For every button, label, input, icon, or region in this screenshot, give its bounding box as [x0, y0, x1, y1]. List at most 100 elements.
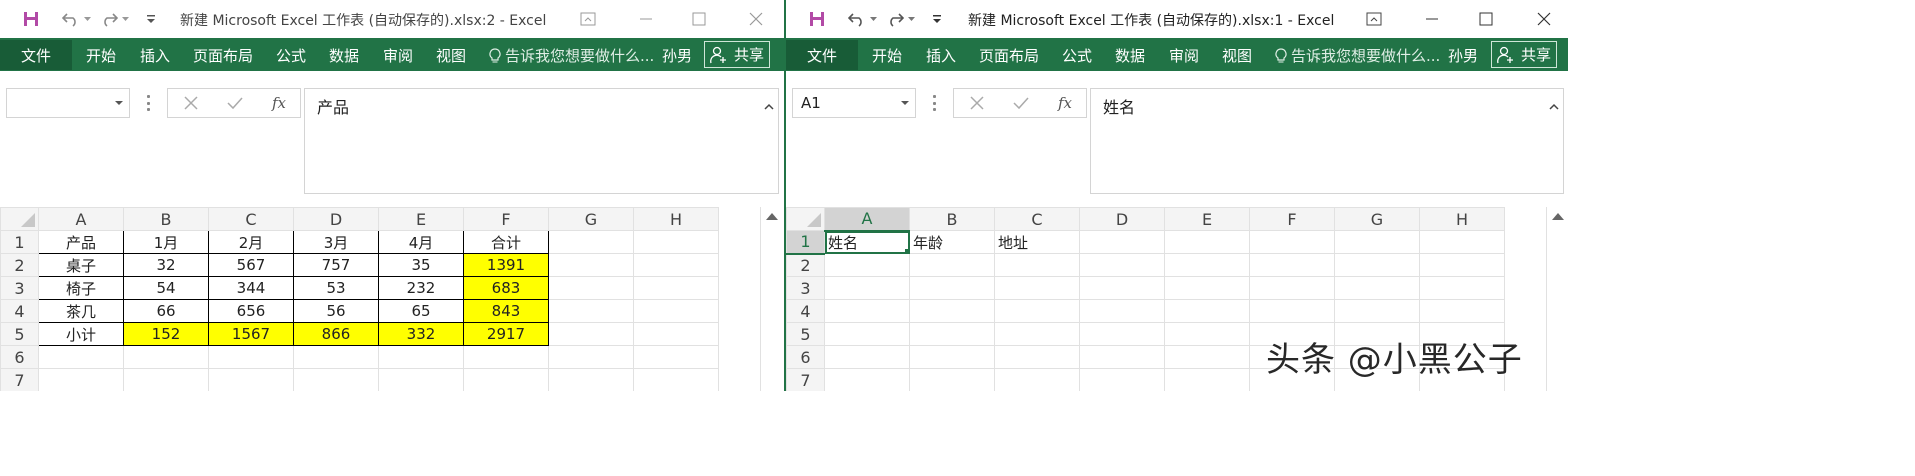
cell-b3[interactable]: [909, 276, 995, 300]
cell-e2[interactable]: [1164, 253, 1250, 277]
tab-page-layout[interactable]: 页面布局: [193, 45, 253, 66]
undo-icon[interactable]: [60, 8, 82, 30]
column-header-h[interactable]: H: [633, 207, 719, 231]
cell-e5[interactable]: 332: [378, 322, 464, 346]
cell-d4[interactable]: [1079, 299, 1165, 323]
column-header-h[interactable]: H: [1419, 207, 1505, 231]
cell-d5[interactable]: 866: [293, 322, 379, 346]
ribbon-display-options-icon[interactable]: [576, 7, 600, 31]
cell-e7[interactable]: [1164, 368, 1250, 391]
tab-review[interactable]: 审阅: [1169, 45, 1199, 66]
cell-e7[interactable]: [378, 368, 464, 391]
cell-g4[interactable]: [548, 299, 634, 323]
insert-function-icon[interactable]: fx: [1050, 89, 1080, 117]
tab-page-layout[interactable]: 页面布局: [979, 45, 1039, 66]
cell-g3[interactable]: [548, 276, 634, 300]
column-header-g[interactable]: G: [1334, 207, 1420, 231]
row-header-5[interactable]: 5: [0, 322, 39, 346]
vertical-scrollbar[interactable]: [760, 207, 782, 391]
cell-c4[interactable]: [994, 299, 1080, 323]
cell-g5[interactable]: [548, 322, 634, 346]
row-header-7[interactable]: 7: [786, 368, 825, 391]
cell-a1[interactable]: 姓名: [824, 230, 910, 254]
cell-f1[interactable]: [1249, 230, 1335, 254]
tab-view[interactable]: 视图: [436, 45, 466, 66]
name-box[interactable]: A1: [792, 88, 916, 118]
column-header-b[interactable]: B: [123, 207, 209, 231]
cell-f4[interactable]: 843: [463, 299, 549, 323]
cell-e5[interactable]: [1164, 322, 1250, 346]
redo-icon[interactable]: [884, 8, 906, 30]
row-header-5[interactable]: 5: [786, 322, 825, 346]
tab-home[interactable]: 开始: [872, 45, 902, 66]
cell-a1[interactable]: 产品: [38, 230, 124, 254]
undo-icon[interactable]: [846, 8, 868, 30]
cell-a7[interactable]: [38, 368, 124, 391]
cell-d5[interactable]: [1079, 322, 1165, 346]
cell-c6[interactable]: [994, 345, 1080, 369]
cell-h7[interactable]: [633, 368, 719, 391]
cell-a7[interactable]: [824, 368, 910, 391]
row-header-4[interactable]: 4: [786, 299, 825, 323]
save-icon[interactable]: [20, 8, 42, 30]
cell-e1[interactable]: 4月: [378, 230, 464, 254]
cell-h6[interactable]: [633, 345, 719, 369]
cell-b7[interactable]: [123, 368, 209, 391]
select-all-corner[interactable]: [786, 207, 825, 231]
column-header-f[interactable]: F: [463, 207, 549, 231]
cell-h4[interactable]: [633, 299, 719, 323]
row-header-1[interactable]: 1: [786, 230, 825, 255]
cell-a3[interactable]: 椅子: [38, 276, 124, 300]
tab-home[interactable]: 开始: [86, 45, 116, 66]
minimize-icon[interactable]: [634, 7, 658, 31]
undo-dropdown-icon[interactable]: [868, 8, 878, 30]
cell-g6[interactable]: [548, 345, 634, 369]
cell-b6[interactable]: [909, 345, 995, 369]
cell-h1[interactable]: [1419, 230, 1505, 254]
cell-g2[interactable]: [548, 253, 634, 277]
cell-e6[interactable]: [378, 345, 464, 369]
cell-g3[interactable]: [1334, 276, 1420, 300]
cell-h1[interactable]: [633, 230, 719, 254]
cell-d3[interactable]: [1079, 276, 1165, 300]
cell-c7[interactable]: [208, 368, 294, 391]
row-header-6[interactable]: 6: [0, 345, 39, 369]
cell-c1[interactable]: 地址: [994, 230, 1080, 254]
cell-b5[interactable]: [909, 322, 995, 346]
cell-a6[interactable]: [38, 345, 124, 369]
row-header-2[interactable]: 2: [786, 253, 825, 277]
name-box-dropdown-icon[interactable]: [901, 101, 909, 105]
tab-data[interactable]: 数据: [329, 45, 359, 66]
cell-g4[interactable]: [1334, 299, 1420, 323]
cell-a4[interactable]: [824, 299, 910, 323]
cell-c2[interactable]: [994, 253, 1080, 277]
column-header-g[interactable]: G: [548, 207, 634, 231]
customize-toolbar-icon[interactable]: [140, 8, 162, 30]
cell-c7[interactable]: [994, 368, 1080, 391]
column-header-e[interactable]: E: [378, 207, 464, 231]
cell-a5[interactable]: 小计: [38, 322, 124, 346]
cell-d1[interactable]: [1079, 230, 1165, 254]
cell-b1[interactable]: 年龄: [909, 230, 995, 254]
cell-b4[interactable]: [909, 299, 995, 323]
row-header-7[interactable]: 7: [0, 368, 39, 391]
vertical-scrollbar[interactable]: [1546, 207, 1568, 391]
insert-function-icon[interactable]: fx: [264, 89, 294, 117]
cell-g2[interactable]: [1334, 253, 1420, 277]
tab-formulas[interactable]: 公式: [1062, 45, 1092, 66]
cell-g1[interactable]: [548, 230, 634, 254]
cell-c3[interactable]: 344: [208, 276, 294, 300]
row-header-6[interactable]: 6: [786, 345, 825, 369]
cell-b2[interactable]: [909, 253, 995, 277]
row-header-3[interactable]: 3: [0, 276, 39, 300]
row-header-2[interactable]: 2: [0, 253, 39, 277]
row-header-4[interactable]: 4: [0, 299, 39, 323]
close-icon[interactable]: [744, 7, 768, 31]
collapse-formula-bar-icon[interactable]: [764, 95, 774, 114]
cell-g1[interactable]: [1334, 230, 1420, 254]
cell-b2[interactable]: 32: [123, 253, 209, 277]
cell-e2[interactable]: 35: [378, 253, 464, 277]
cell-c5[interactable]: [994, 322, 1080, 346]
tab-file[interactable]: 文件: [786, 40, 858, 70]
tell-me-search[interactable]: 告诉我您想要做什么...: [1275, 45, 1440, 66]
